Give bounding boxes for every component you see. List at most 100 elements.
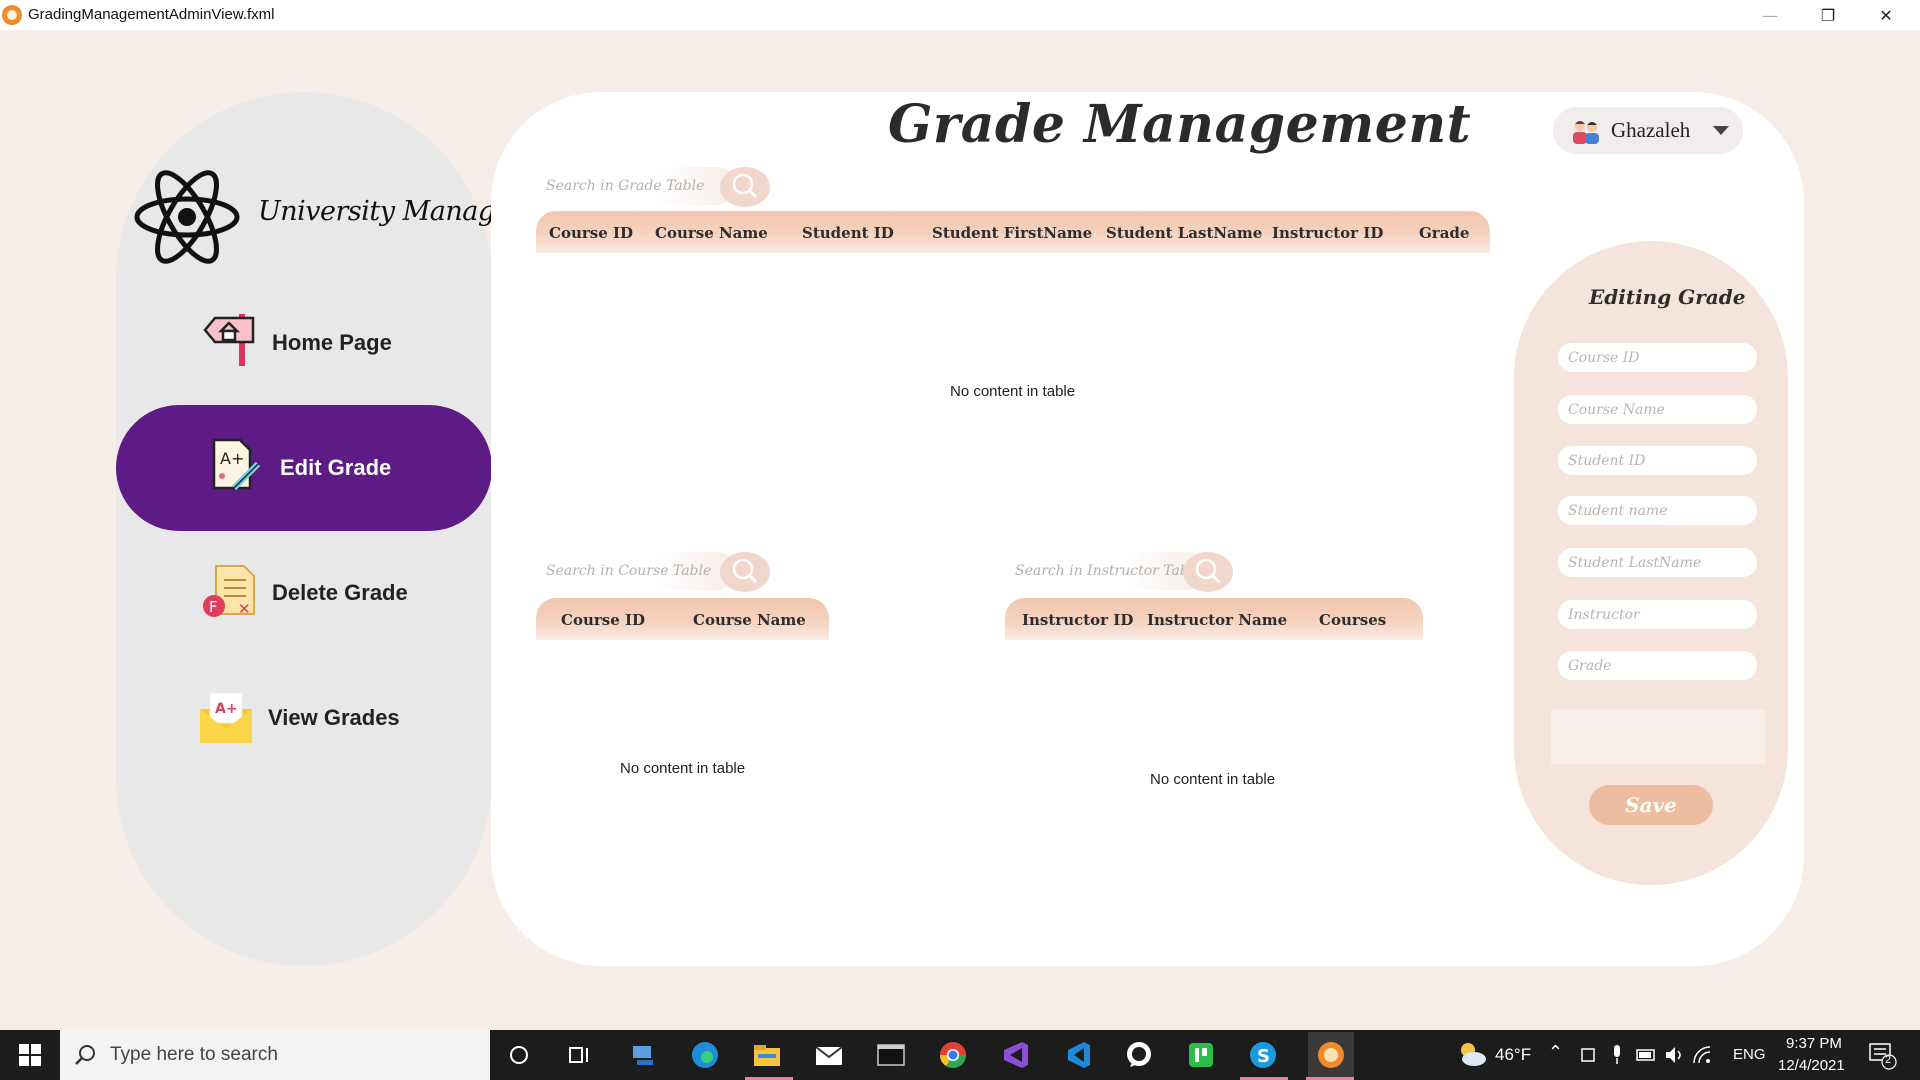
field-placeholder: Student name (1568, 503, 1668, 519)
microphone-icon[interactable] (1610, 1044, 1624, 1066)
notification-icon[interactable] (1868, 1042, 1898, 1070)
grade-search-button[interactable] (720, 167, 770, 207)
instructor-search-button[interactable] (1183, 552, 1233, 592)
users-avatar-icon (1573, 121, 1599, 144)
start-button[interactable] (0, 1030, 60, 1080)
chrome-icon[interactable] (936, 1039, 970, 1071)
column-header-courses[interactable]: Courses (1319, 611, 1386, 629)
svg-text:✕: ✕ (238, 600, 251, 618)
student-id-field[interactable]: Student ID (1558, 446, 1757, 475)
language-indicator[interactable]: ENG (1733, 1046, 1766, 1063)
status-message-area (1551, 710, 1765, 764)
column-header-student-lastname[interactable]: Student LastName (1106, 224, 1262, 242)
course-search-button[interactable] (720, 552, 770, 592)
edge-icon[interactable] (688, 1039, 722, 1071)
skype-icon[interactable]: S (1246, 1039, 1280, 1071)
instructor-table-header: Instructor ID Instructor Name Courses (1005, 598, 1423, 640)
close-button[interactable]: ✕ (1857, 0, 1915, 30)
minimize-button[interactable]: — (1741, 0, 1799, 30)
taskbar-search-placeholder: Type here to search (110, 1044, 278, 1065)
visual-studio-icon[interactable] (998, 1039, 1032, 1071)
svg-text:A+: A+ (215, 701, 238, 717)
search-icon (75, 1045, 95, 1065)
page-title: Grade Management (888, 94, 1472, 155)
field-placeholder: Grade (1568, 658, 1612, 674)
notification-count: 2 (1885, 1054, 1892, 1066)
sidebar-item-label: View Grades (268, 705, 400, 730)
task-view-icon[interactable] (563, 1039, 597, 1071)
column-header-course-name[interactable]: Course Name (655, 224, 768, 242)
grade-search-input[interactable]: Search in Grade Table (536, 167, 736, 205)
restore-icon: ❐ (1820, 5, 1836, 25)
weather-temperature[interactable]: 46°F (1495, 1045, 1531, 1065)
grid-app-icon[interactable] (1184, 1039, 1218, 1071)
chevron-up-icon[interactable]: ⌃ (1548, 1042, 1563, 1063)
column-header-course-id[interactable]: Course ID (549, 224, 633, 242)
field-placeholder: Instructor (1568, 607, 1640, 623)
wifi-icon[interactable] (1692, 1045, 1714, 1065)
user-name: Ghazaleh (1611, 118, 1691, 142)
volume-icon[interactable] (1664, 1045, 1686, 1065)
sidebar-item-edit-grade[interactable]: A+ Edit Grade (116, 405, 492, 531)
sidebar-item-label: Delete Grade (272, 580, 408, 605)
sidebar-item-delete-grade[interactable]: F ✕ Delete Grade (116, 530, 492, 656)
terminal-icon[interactable] (874, 1039, 908, 1071)
window-title-bar: GradingManagementAdminView.fxml — ❐ ✕ (0, 0, 1920, 30)
clock-time[interactable]: 9:37 PM (1786, 1035, 1842, 1052)
battery-icon[interactable] (1636, 1046, 1658, 1064)
grade-search-placeholder: Search in Grade Table (546, 178, 705, 194)
column-header-grade[interactable]: Grade (1419, 224, 1469, 242)
instructor-search-placeholder: Search in Instructor Table (1015, 563, 1202, 579)
column-header-student-firstname[interactable]: Student FirstName (932, 224, 1092, 242)
file-explorer-icon[interactable] (750, 1039, 784, 1071)
meet-now-icon[interactable] (1580, 1046, 1598, 1064)
grade-table-empty-message: No content in table (950, 383, 1076, 400)
field-placeholder: Student ID (1568, 453, 1646, 469)
course-search-placeholder: Search in Course Table (546, 563, 712, 579)
course-id-field[interactable]: Course ID (1558, 343, 1757, 372)
student-lastname-field[interactable]: Student LastName (1558, 548, 1757, 577)
vscode-icon[interactable] (1060, 1039, 1094, 1071)
windows-logo-icon (19, 1044, 41, 1066)
search-icon (732, 173, 758, 199)
search-icon (1195, 558, 1221, 584)
editing-panel-title: Editing Grade (1589, 285, 1746, 309)
chevron-down-icon (1713, 126, 1729, 135)
save-button[interactable]: Save (1589, 785, 1713, 825)
whatsapp-icon[interactable] (1122, 1039, 1156, 1071)
column-header-instructor-name[interactable]: Instructor Name (1147, 611, 1287, 629)
taskbar: Type here to search S 46°F ⌃ ENG 9:37 PM… (0, 1030, 1920, 1080)
instructor-field[interactable]: Instructor (1558, 600, 1757, 629)
app-icon[interactable] (1308, 1032, 1354, 1078)
cortana-icon[interactable] (502, 1039, 536, 1071)
column-header-student-id[interactable]: Student ID (802, 224, 894, 242)
atom-logo-icon (134, 170, 240, 264)
instructor-table-empty-message: No content in table (1150, 771, 1276, 788)
column-header-course-name[interactable]: Course Name (693, 611, 806, 629)
close-icon: ✕ (1879, 5, 1893, 25)
column-header-course-id[interactable]: Course ID (561, 611, 645, 629)
course-name-field[interactable]: Course Name (1558, 395, 1757, 424)
save-button-label: Save (1625, 793, 1677, 817)
grade-field[interactable]: Grade (1558, 651, 1757, 680)
delete-grade-paper-icon: F ✕ (203, 565, 255, 618)
column-header-instructor-id[interactable]: Instructor ID (1272, 224, 1383, 242)
column-header-instructor-id[interactable]: Instructor ID (1022, 611, 1133, 629)
student-name-field[interactable]: Student name (1558, 496, 1757, 525)
taskbar-search-input[interactable]: Type here to search (60, 1030, 490, 1080)
svg-text:F: F (209, 598, 218, 616)
course-search-input[interactable]: Search in Course Table (536, 552, 736, 590)
mail-icon[interactable] (812, 1039, 846, 1071)
grade-table-search: Search in Grade Table (536, 167, 770, 207)
course-table-search: Search in Course Table (536, 552, 770, 592)
restore-button[interactable]: ❐ (1799, 0, 1857, 30)
user-menu[interactable]: Ghazaleh (1553, 107, 1743, 154)
sidebar-item-view-grades[interactable]: A+ View Grades (116, 655, 492, 781)
sidebar-item-home-page[interactable]: Home Page (116, 280, 492, 406)
clock-date[interactable]: 12/4/2021 (1778, 1057, 1845, 1074)
weather-icon (1461, 1043, 1486, 1066)
instructor-search-input[interactable]: Search in Instructor Table (1005, 552, 1205, 590)
window-title: GradingManagementAdminView.fxml (28, 6, 275, 23)
network-app-icon[interactable] (626, 1039, 660, 1071)
search-icon (732, 558, 758, 584)
